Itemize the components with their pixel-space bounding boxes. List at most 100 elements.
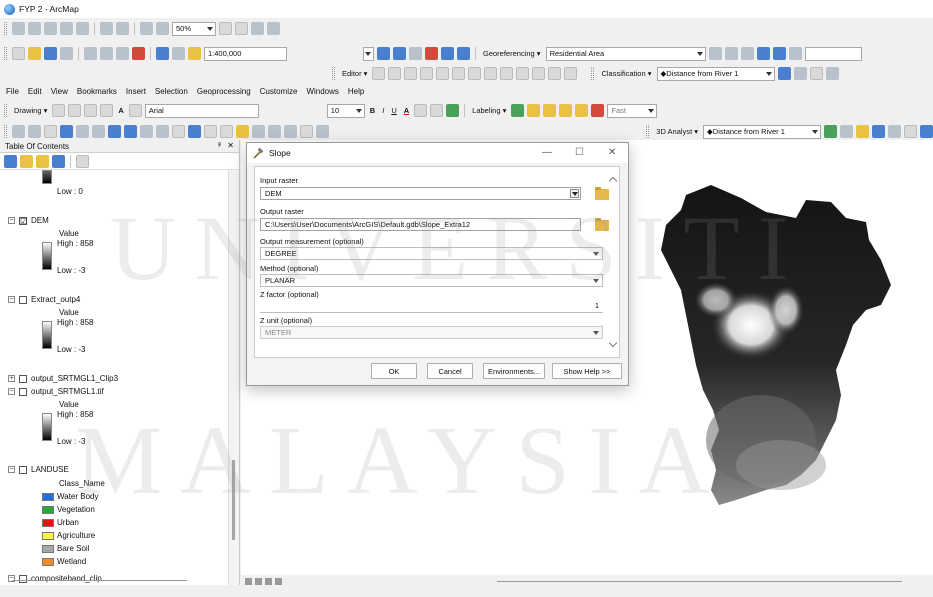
layer-visibility-checkbox[interactable] [19,387,27,396]
create-features-icon[interactable] [564,67,578,80]
italic-button[interactable]: I [380,106,386,115]
georef-layer-combo[interactable]: Residential Area [545,46,706,61]
end-point-arc-icon[interactable] [420,67,434,80]
create-chart-icon[interactable] [809,67,823,80]
collapse-icon[interactable]: − [8,388,15,395]
toolbar-grip[interactable] [4,22,7,35]
expand-icon[interactable]: + [8,375,15,382]
toc-pin-icon[interactable]: ᅢ [214,141,221,152]
toc-layer-output-srtmgl1-tif[interactable]: − output_SRTMGL1.tif [8,387,104,396]
3d-analyst-menu[interactable]: 3D Analyst ▾ [654,127,700,136]
lock-labels-icon[interactable] [527,104,541,117]
full-extent-layout-icon[interactable] [60,22,73,35]
modelbuilder-icon[interactable] [457,47,470,60]
add-control-points-icon[interactable] [708,47,722,60]
drawing-menu[interactable]: Drawing ▾ [12,106,49,115]
redo-icon[interactable] [172,47,185,60]
rotate-icon[interactable] [740,47,754,60]
zoom-out-fixed-icon[interactable] [28,22,41,35]
map-scale-dropdown[interactable] [363,46,374,61]
label-mode-combo[interactable]: Fast [607,103,658,118]
chevron-up-icon[interactable] [608,176,618,186]
zoom-whole-page-icon[interactable] [76,22,89,35]
sketch-properties-icon[interactable] [548,67,562,80]
go-back-extent-icon[interactable] [107,125,121,138]
browse-folder-icon[interactable] [595,218,609,231]
list-by-drawing-order-icon[interactable] [4,154,17,168]
select-elements-icon[interactable] [52,104,66,117]
underline-button[interactable]: U [389,106,398,115]
table-of-contents-icon[interactable] [393,47,406,60]
cut-polygons-icon[interactable] [484,67,498,80]
fill-color-icon[interactable] [414,104,428,117]
interactive-supervised-classification-icon[interactable] [793,67,807,80]
labeling-menu[interactable]: Labeling ▾ [470,106,508,115]
classification-menu[interactable]: Classification ▾ [599,69,653,78]
line-of-sight-icon[interactable] [856,125,870,138]
open-folder-icon[interactable] [28,47,41,60]
measure-icon[interactable] [235,125,249,138]
trace-icon[interactable] [436,67,450,80]
menu-view[interactable]: View [51,87,68,96]
ok-button[interactable]: OK [371,363,417,379]
toolbar-grip[interactable] [591,67,595,80]
toc-layer-compositeband-clip[interactable]: − compositeband_clip [8,574,102,583]
data-view-icon[interactable] [245,578,252,585]
clear-selection-icon[interactable] [155,125,169,138]
list-by-visibility-icon[interactable] [36,154,49,168]
maximize-icon[interactable]: ☐ [575,147,584,158]
environments-button[interactable]: Environments... [483,363,545,379]
collapse-icon[interactable]: − [8,466,15,473]
arcglobe-icon[interactable] [920,125,933,138]
toolbar-grip[interactable] [332,67,335,80]
zoom-in-icon[interactable] [11,125,25,138]
dialog-title-bar[interactable]: Slope — ☐ ✕ [247,143,628,163]
font-name-combo[interactable]: Arial [144,103,259,118]
reshape-icon[interactable] [468,67,482,80]
browse-folder-icon[interactable] [595,187,609,200]
edit-annotation-icon[interactable] [388,67,402,80]
arctoolbox-icon[interactable] [425,47,438,60]
view-link-table-icon[interactable] [724,47,738,60]
z-unit-select[interactable]: METER [260,326,603,339]
font-size-combo[interactable]: 10 [326,103,365,118]
attributes-icon[interactable] [532,67,546,80]
list-by-source-icon[interactable] [20,154,33,168]
label-weight-icon[interactable] [591,104,605,117]
edit-vertices-draw-icon[interactable] [128,104,142,117]
toc-layer-dem[interactable]: − ☑ DEM [8,216,49,225]
full-extent-icon[interactable] [59,125,73,138]
zoom-out-icon[interactable] [27,125,41,138]
python-window-icon[interactable] [441,47,454,60]
toc-layer-output-srtmgl1-clip3[interactable]: + output_SRTMGL1_Clip3 [8,374,118,383]
3d-analyst-layer-combo[interactable]: ◆ Distance from River 1 [703,124,822,139]
label-priority-icon[interactable] [575,104,589,117]
zoom-percent-combo[interactable]: 50% [172,21,216,36]
toggle-draft-icon[interactable] [219,22,232,35]
pan-layout-icon[interactable] [44,22,57,35]
copy-icon[interactable] [100,47,113,60]
delete-icon[interactable] [132,47,145,60]
toolbar-grip[interactable] [4,104,7,117]
pause-drawing-icon[interactable] [275,578,282,585]
time-slider-icon[interactable] [299,125,313,138]
layout-view-icon[interactable] [255,578,262,585]
toc-layer-landuse[interactable]: − LANDUSE [8,465,69,474]
paste-icon[interactable] [116,47,129,60]
georeferencing-menu[interactable]: Georeferencing ▾ [481,49,543,58]
menu-selection[interactable]: Selection [155,87,188,96]
cut-icon[interactable] [84,47,97,60]
pan-icon[interactable] [43,125,57,138]
zoom-in-fixed-icon[interactable] [12,22,25,35]
refresh-view-icon[interactable] [265,578,272,585]
find-icon[interactable] [251,125,265,138]
menu-file[interactable]: File [6,87,19,96]
save-icon[interactable] [44,47,57,60]
classification-layer-combo[interactable]: ◆ Distance from River 1 [656,66,775,81]
straight-segment-icon[interactable] [404,67,418,80]
toc-close-icon[interactable]: ✕ [227,141,234,152]
scrollbar-thumb[interactable] [232,460,235,540]
arcscene-icon[interactable] [904,125,918,138]
rotate-element-icon[interactable] [68,104,82,117]
output-measurement-select[interactable]: DEGREE [260,247,603,260]
